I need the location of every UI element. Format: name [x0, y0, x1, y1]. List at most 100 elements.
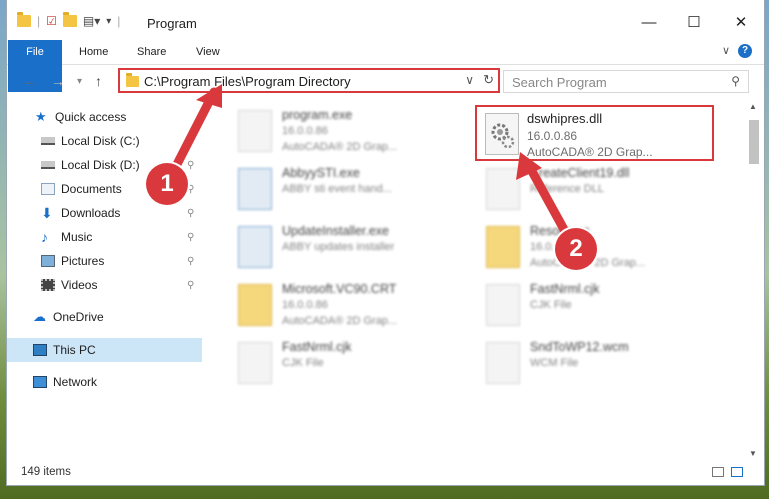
- file-name: program.exe: [282, 108, 353, 122]
- sidebar-item-local-disk-c[interactable]: Local Disk (C:): [41, 130, 140, 152]
- sidebar-item-this-pc[interactable]: This PC: [33, 339, 96, 361]
- scroll-thumb[interactable]: [749, 120, 759, 164]
- status-bar: 149 items: [7, 462, 764, 484]
- details-view-icon[interactable]: [712, 467, 724, 477]
- highlighted-file-item[interactable]: dswhipres.dll 16.0.0.86 AutoCADA® 2D Gra…: [475, 105, 714, 161]
- file-version: 16.0.0.86: [282, 299, 328, 311]
- file-description: AutoCADA® 2D Grap...: [282, 141, 398, 153]
- maximize-button[interactable]: ☐: [679, 10, 709, 36]
- step-badge-1: 1: [146, 163, 188, 205]
- customize-qat-icon[interactable]: ▾: [106, 16, 111, 27]
- help-icon[interactable]: ?: [738, 44, 752, 58]
- scroll-down-icon[interactable]: ▼: [749, 449, 757, 458]
- sidebar-item-label: Quick access: [55, 110, 127, 124]
- window-title: Program: [147, 16, 197, 31]
- sidebar-item-videos[interactable]: Videos: [41, 274, 97, 296]
- address-dropdown-icon[interactable]: ∨: [465, 73, 474, 87]
- file-item[interactable]: FastNrml.cjk CJK File: [470, 280, 710, 332]
- tab-share[interactable]: Share: [125, 40, 178, 64]
- ribbon: File Home Share View ∨ ?: [7, 40, 764, 92]
- file-item[interactable]: Microsoft.VC90.CRT 16.0.0.86 AutoCADA® 2…: [222, 280, 462, 332]
- tiles-view-icon[interactable]: [731, 467, 743, 477]
- sidebar-item-label: Music: [61, 230, 93, 244]
- pin-icon[interactable]: ⚲: [187, 160, 194, 171]
- separator: |: [117, 14, 121, 28]
- exe-file-icon: [238, 168, 272, 210]
- pictures-icon: [41, 255, 55, 267]
- sidebar-item-onedrive[interactable]: ☁ OneDrive: [33, 306, 104, 328]
- file-description: Reference DLL: [530, 183, 604, 195]
- sidebar-item-label: Pictures: [61, 254, 105, 268]
- file-description: ABBY sti event hand...: [282, 183, 392, 195]
- file-name: FastNrml.cjk: [530, 282, 600, 296]
- file-description: AutoCADA® 2D Grap...: [527, 145, 653, 159]
- expand-ribbon-icon[interactable]: ∨: [722, 44, 730, 57]
- file-name: Microsoft.VC90.CRT: [282, 282, 397, 296]
- pin-icon[interactable]: ⚲: [187, 184, 194, 195]
- pin-icon[interactable]: ⚲: [187, 208, 194, 219]
- file-item[interactable]: program.exe 16.0.0.86 AutoCADA® 2D Grap.…: [222, 106, 462, 158]
- recent-locations-icon[interactable]: ▾: [77, 76, 82, 87]
- documents-icon: [41, 183, 55, 195]
- file-name: dswhipres.dll: [527, 111, 603, 126]
- pin-icon[interactable]: ⚲: [187, 256, 194, 267]
- file-name: AbbyySTI.exe: [282, 166, 360, 180]
- file-item[interactable]: CreateClient19.dll Reference DLL: [470, 164, 710, 216]
- file-name: SndToWP12.wcm: [530, 340, 629, 354]
- vertical-scrollbar[interactable]: ▲ ▼: [746, 100, 760, 460]
- tab-home[interactable]: Home: [67, 40, 120, 64]
- sidebar-item-label: Videos: [61, 278, 98, 292]
- forward-button[interactable]: →: [51, 73, 65, 89]
- pin-icon[interactable]: ⚲: [187, 280, 194, 291]
- search-icon[interactable]: ⚲: [731, 74, 740, 88]
- drive-icon: [41, 161, 55, 169]
- sidebar-item-local-disk-d[interactable]: Local Disk (D:): [41, 154, 140, 176]
- tab-view[interactable]: View: [184, 40, 232, 64]
- search-input[interactable]: Search Program ⚲: [503, 70, 749, 93]
- folder-icon: [486, 226, 520, 268]
- quick-access-toolbar: | ☑ ▤▾ ▾ |: [17, 12, 121, 28]
- view-layout-icon[interactable]: ▤▾: [83, 14, 100, 28]
- navigation-pane: ★ Quick access Local Disk (C:) ⚲ Local D…: [7, 100, 207, 460]
- properties-icon[interactable]: ☑: [46, 14, 57, 28]
- refresh-icon[interactable]: ↻: [483, 72, 494, 88]
- sidebar-item-label: Local Disk (D:): [61, 158, 140, 172]
- sidebar-item-quick-access[interactable]: ★ Quick access: [35, 106, 126, 128]
- explorer-window: | ☑ ▤▾ ▾ | Program — ☐ ✕ File Home Share…: [7, 0, 764, 485]
- title-bar: | ☑ ▤▾ ▾ | Program — ☐ ✕: [7, 0, 764, 40]
- up-button[interactable]: ↑: [95, 73, 102, 89]
- new-folder-icon[interactable]: [62, 12, 77, 27]
- folder-icon: [238, 284, 272, 326]
- file-description: ABBY updates installer: [282, 241, 395, 253]
- file-item[interactable]: AbbyySTI.exe ABBY sti event hand...: [222, 164, 462, 216]
- download-icon: ⬇: [41, 205, 53, 221]
- file-item[interactable]: FastNrml.cjk CJK File: [222, 338, 462, 390]
- file-item[interactable]: UpdateInstaller.exe ABBY updates install…: [222, 222, 462, 274]
- back-button[interactable]: ←: [23, 73, 37, 89]
- minimize-button[interactable]: —: [634, 10, 664, 36]
- address-path[interactable]: C:\Program Files\Program Directory: [144, 74, 351, 89]
- dll-file-icon: [486, 168, 520, 210]
- pin-icon[interactable]: ⚲: [187, 136, 194, 147]
- file-type: WCM File: [530, 357, 579, 369]
- sidebar-item-music[interactable]: ♪ Music: [41, 226, 92, 248]
- computer-icon: [33, 344, 47, 356]
- close-button[interactable]: ✕: [726, 10, 756, 36]
- sidebar-item-downloads[interactable]: ⬇ Downloads: [41, 202, 120, 224]
- generic-file-icon: [238, 342, 272, 384]
- sidebar-item-documents[interactable]: Documents: [41, 178, 122, 200]
- file-type: CJK File: [282, 357, 324, 369]
- pin-icon[interactable]: ⚲: [187, 232, 194, 243]
- sidebar-item-label: Local Disk (C:): [61, 134, 140, 148]
- sidebar-item-network[interactable]: Network: [33, 371, 97, 393]
- address-bar[interactable]: C:\Program Files\Program Directory ∨ ↻: [118, 68, 500, 93]
- search-placeholder[interactable]: Search Program: [512, 75, 607, 90]
- file-description: AutoCADA® 2D Grap...: [282, 315, 398, 327]
- dll-file-icon: [485, 113, 519, 155]
- folder-icon: [126, 73, 139, 87]
- file-item[interactable]: SndToWP12.wcm WCM File: [470, 338, 710, 390]
- exe-file-icon: [238, 226, 272, 268]
- sidebar-item-label: Documents: [61, 182, 122, 196]
- scroll-up-icon[interactable]: ▲: [749, 102, 757, 111]
- sidebar-item-pictures[interactable]: Pictures: [41, 250, 104, 272]
